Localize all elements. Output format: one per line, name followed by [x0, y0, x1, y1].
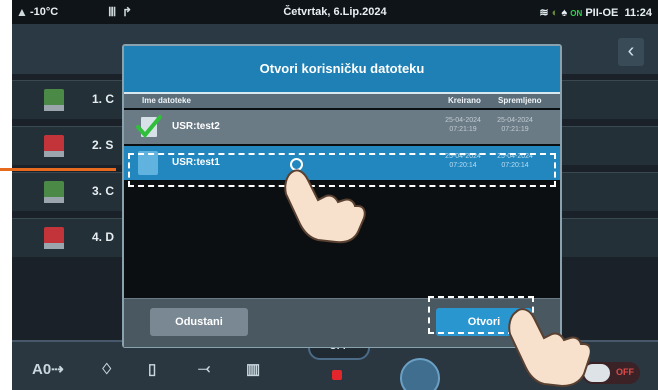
- column-saved: Spremljeno: [498, 96, 542, 105]
- column-name: Ime datoteke: [142, 96, 191, 105]
- clock: 11:24: [624, 7, 652, 19]
- status-bar: ▲ -10°C Ⅲ ↱ Četvrtak, 6.Lip.2024 ≋ ◐ ♠ O…: [12, 0, 658, 24]
- saved-time: 07:21:19: [501, 126, 529, 133]
- mode-label: PII-OE: [585, 7, 619, 19]
- file-saved: 25-04-2024 07:21:19: [494, 116, 536, 134]
- flame-icon[interactable]: ♢: [100, 360, 113, 378]
- created-date: 25-04-2024: [445, 117, 481, 124]
- cancel-button[interactable]: Odustani: [150, 308, 248, 336]
- touchscreen: ▲ -10°C Ⅲ ↱ Četvrtak, 6.Lip.2024 ≋ ◐ ♠ O…: [12, 0, 658, 390]
- status-right: ≋ ◐ ♠ ON PII-OE 11:24: [539, 6, 652, 19]
- tap-icon[interactable]: ⤙: [198, 360, 210, 377]
- user-program-icon: [44, 89, 64, 111]
- menu-item-label: 3. C: [92, 184, 115, 198]
- menu-item-label: 4. D: [92, 230, 115, 244]
- copy-program-icon: [44, 181, 64, 203]
- file-created: 25-04-2024 07:21:19: [442, 116, 484, 134]
- delete-program-icon: [44, 227, 64, 249]
- dialog-header: Otvori korisničku datoteku: [124, 46, 560, 94]
- menu-item-label: 1. C: [92, 92, 115, 106]
- checkmark-icon: [136, 115, 162, 139]
- on-indicator: ON: [570, 9, 583, 18]
- flame-icon: ♠: [561, 7, 568, 19]
- saved-date: 25-04-2024: [497, 117, 533, 124]
- column-created: Kreirano: [448, 96, 481, 105]
- toggle-label: OFF: [616, 367, 634, 377]
- power-toggle[interactable]: OFF: [582, 362, 640, 384]
- main-menu-button[interactable]: [400, 358, 440, 390]
- file-name: USR:test2: [172, 121, 220, 132]
- menu-item-label: 2. S: [92, 138, 114, 152]
- dialog-title: Otvori korisničku datoteku: [259, 61, 425, 76]
- radiator-icon[interactable]: ▥: [246, 360, 260, 378]
- pump-icon: ◐: [551, 7, 562, 19]
- back-button[interactable]: ‹: [618, 38, 644, 66]
- annotation-pointer: [0, 168, 116, 171]
- created-time: 07:21:19: [449, 126, 477, 133]
- save-program-icon: [44, 135, 64, 157]
- heating-mode-icon[interactable]: A0⇢: [32, 360, 64, 378]
- column-headers: Ime datoteke Kreirano Spremljeno: [124, 94, 560, 108]
- file-row[interactable]: USR:test2 25-04-2024 07:21:19 25-04-2024 0…: [124, 110, 560, 144]
- tap-hand-icon: [284, 169, 366, 244]
- tap-hand-icon: [508, 308, 590, 388]
- wifi-icon: ≋: [539, 7, 549, 19]
- boiler-icon[interactable]: ▯: [148, 360, 156, 378]
- alarm-indicator: [332, 370, 342, 380]
